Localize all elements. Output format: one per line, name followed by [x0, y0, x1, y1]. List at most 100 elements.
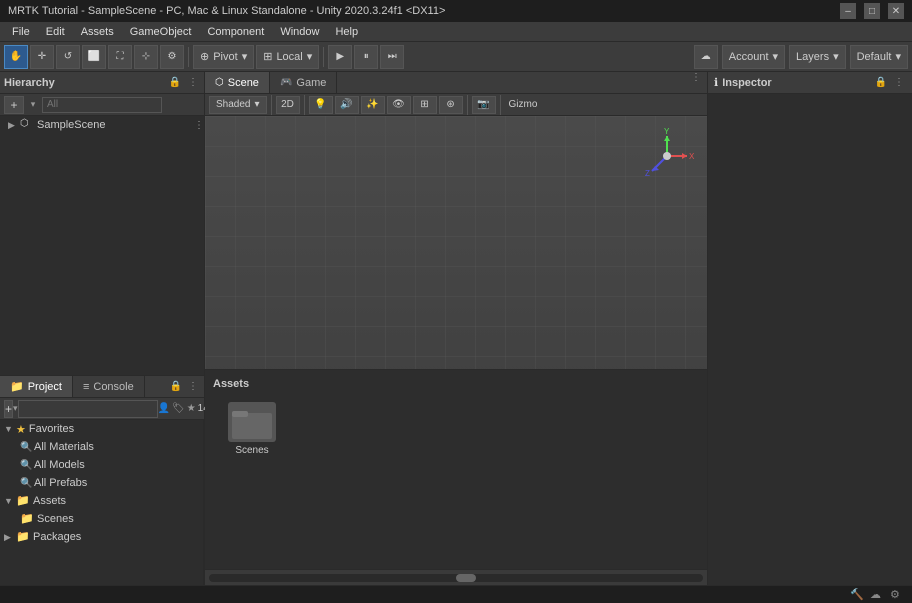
inspector-info-icon: ℹ	[714, 76, 718, 89]
hierarchy-arrow-button[interactable]: ▾	[26, 98, 40, 112]
local-dropdown[interactable]: ⊞ Local ▾	[256, 45, 319, 69]
shading-chevron-icon: ▾	[254, 99, 259, 110]
all-prefabs-label: All Prefabs	[34, 477, 87, 489]
maximize-button[interactable]: □	[864, 3, 880, 19]
toolbar-right: ☁ Account ▾ Layers ▾ Default ▾	[694, 45, 908, 69]
titlebar: MRTK Tutorial - SampleScene - PC, Mac & …	[0, 0, 912, 22]
account-dropdown[interactable]: Account ▾	[722, 45, 785, 69]
bottom-lock-icon[interactable]: 🔒	[169, 380, 183, 394]
tree-assets[interactable]: ▼ 📁 Assets	[0, 492, 203, 510]
tree-packages[interactable]: ▶ 📁 Packages	[0, 528, 203, 546]
tree-scenes[interactable]: 📁 Scenes	[0, 510, 203, 528]
scene-camera-button[interactable]: 📷	[472, 96, 496, 114]
tab-game[interactable]: 🎮 Game	[270, 72, 337, 93]
custom-tool-button[interactable]: ⚙	[160, 45, 184, 69]
main-layout: Hierarchy 🔒 ⋮ + ▾ ▶ ⬡ SampleScene ⋮ 📁	[0, 72, 912, 585]
bottom-panel: 📁 Project ≡ Console 🔒 ⋮ + ▾ 👤 🏷	[0, 375, 204, 585]
menu-item-file[interactable]: File	[4, 24, 38, 40]
scene-toolbar-sep2	[304, 95, 305, 115]
scene-hidden-button[interactable]: 👁	[387, 96, 411, 114]
minimize-button[interactable]: –	[840, 3, 856, 19]
hierarchy-add-button[interactable]: +	[4, 96, 24, 114]
toolbar-separator-1	[188, 47, 189, 67]
samplescene-menu-icon[interactable]: ⋮	[194, 120, 204, 131]
scene-tab-more[interactable]: ⋮	[685, 72, 707, 93]
scene-toolbar-sep1	[271, 95, 272, 115]
bottom-menu-icon[interactable]: ⋮	[186, 380, 200, 394]
window-title: MRTK Tutorial - SampleScene - PC, Mac & …	[8, 5, 840, 17]
status-build-icon[interactable]: 🔨	[850, 588, 864, 602]
pause-button[interactable]: ⏸	[354, 45, 378, 69]
move-tool-button[interactable]: ✛	[30, 45, 54, 69]
status-cloud-icon[interactable]: ☁	[870, 588, 884, 602]
menu-item-window[interactable]: Window	[272, 24, 327, 40]
menu-item-gameobject[interactable]: GameObject	[122, 24, 200, 40]
filter-person-icon[interactable]: 👤	[158, 403, 170, 414]
hierarchy-lock-icon[interactable]: 🔒	[168, 76, 182, 90]
console-tab-icon: ≡	[83, 381, 89, 393]
tree-all-models[interactable]: 🔍 All Models	[0, 456, 203, 474]
step-button[interactable]: ⏭	[380, 45, 404, 69]
menu-item-component[interactable]: Component	[199, 24, 272, 40]
status-settings-icon[interactable]: ⚙	[890, 588, 904, 602]
statusbar: 🔨 ☁ ⚙	[0, 585, 912, 603]
scene-snap-button[interactable]: ⊛	[439, 96, 463, 114]
samplescene-scene-icon: ⬡	[20, 118, 34, 132]
tab-console[interactable]: ≡ Console	[73, 376, 145, 397]
asset-scenes-folder[interactable]: Scenes	[217, 402, 287, 456]
tree-all-materials[interactable]: 🔍 All Materials	[0, 438, 203, 456]
shading-dropdown[interactable]: Shaded ▾	[209, 96, 267, 114]
project-search-input[interactable]	[18, 400, 158, 418]
close-button[interactable]: ✕	[888, 3, 904, 19]
inspector-panel: ℹ Inspector 🔒 ⋮	[707, 72, 912, 585]
project-add-button[interactable]: +	[4, 400, 13, 418]
assets-header-label: Assets	[213, 378, 699, 390]
pivot-dropdown[interactable]: ⊕ Pivot ▾	[193, 45, 254, 69]
rect-tool-button[interactable]: ⛶	[108, 45, 132, 69]
tree-all-prefabs[interactable]: 🔍 All Prefabs	[0, 474, 203, 492]
rotate-tool-button[interactable]: ↺	[56, 45, 80, 69]
layout-dropdown[interactable]: Default ▾	[850, 45, 908, 69]
hierarchy-panel: Hierarchy 🔒 ⋮ + ▾ ▶ ⬡ SampleScene ⋮ 📁	[0, 72, 205, 585]
scene-tab-label: Scene	[228, 77, 259, 89]
hand-tool-button[interactable]: ✋	[4, 45, 28, 69]
assets-folder-icon: 📁	[16, 494, 30, 508]
scene-vfx-button[interactable]: ✨	[361, 96, 385, 114]
hierarchy-menu-icon[interactable]: ⋮	[186, 76, 200, 90]
menubar: FileEditAssetsGameObjectComponentWindowH…	[0, 22, 912, 42]
all-materials-label: All Materials	[34, 441, 94, 453]
favorites-star-icon: ★	[16, 423, 26, 436]
menu-item-assets[interactable]: Assets	[73, 24, 122, 40]
hierarchy-panel-icons: 🔒 ⋮	[168, 76, 200, 90]
layers-dropdown[interactable]: Layers ▾	[789, 45, 846, 69]
collab-button[interactable]: ☁	[694, 45, 718, 69]
scene-audio-button[interactable]: 🔊	[335, 96, 359, 114]
scale-tool-button[interactable]: ⬜	[82, 45, 106, 69]
menu-item-edit[interactable]: Edit	[38, 24, 73, 40]
tab-scene[interactable]: ⬡ Scene	[205, 72, 270, 93]
play-button[interactable]: ▶	[328, 45, 352, 69]
packages-label: Packages	[33, 531, 81, 543]
tree-favorites[interactable]: ▼ ★ Favorites	[0, 420, 203, 438]
filter-label-icon[interactable]: 🏷	[172, 403, 185, 414]
hierarchy-search-input[interactable]	[42, 97, 162, 113]
scrollbar-thumb[interactable]	[456, 574, 476, 582]
local-chevron-icon: ▾	[307, 50, 313, 63]
packages-folder-icon: 📁	[16, 530, 30, 544]
svg-text:Y: Y	[664, 127, 670, 136]
local-icon: ⊞	[263, 50, 272, 63]
horizontal-scrollbar[interactable]	[209, 574, 703, 582]
2d-mode-button[interactable]: 2D	[276, 96, 300, 114]
scene-light-button[interactable]: 💡	[309, 96, 333, 114]
inspector-menu-icon[interactable]: ⋮	[892, 76, 906, 90]
assets-tree-label: Assets	[33, 495, 66, 507]
transform-tool-button[interactable]: ⊹	[134, 45, 158, 69]
filter-star-icon[interactable]: ★	[187, 403, 196, 414]
scene-grid-button[interactable]: ⊞	[413, 96, 437, 114]
inspector-lock-icon[interactable]: 🔒	[874, 76, 888, 90]
menu-item-help[interactable]: Help	[327, 24, 366, 40]
hierarchy-item-samplescene[interactable]: ▶ ⬡ SampleScene ⋮	[0, 116, 204, 134]
bottom-tab-icons: 🔒 ⋮	[165, 376, 204, 397]
project-filter-icons: 👤 🏷 ★ 14	[158, 403, 209, 414]
tab-project[interactable]: 📁 Project	[0, 376, 73, 397]
